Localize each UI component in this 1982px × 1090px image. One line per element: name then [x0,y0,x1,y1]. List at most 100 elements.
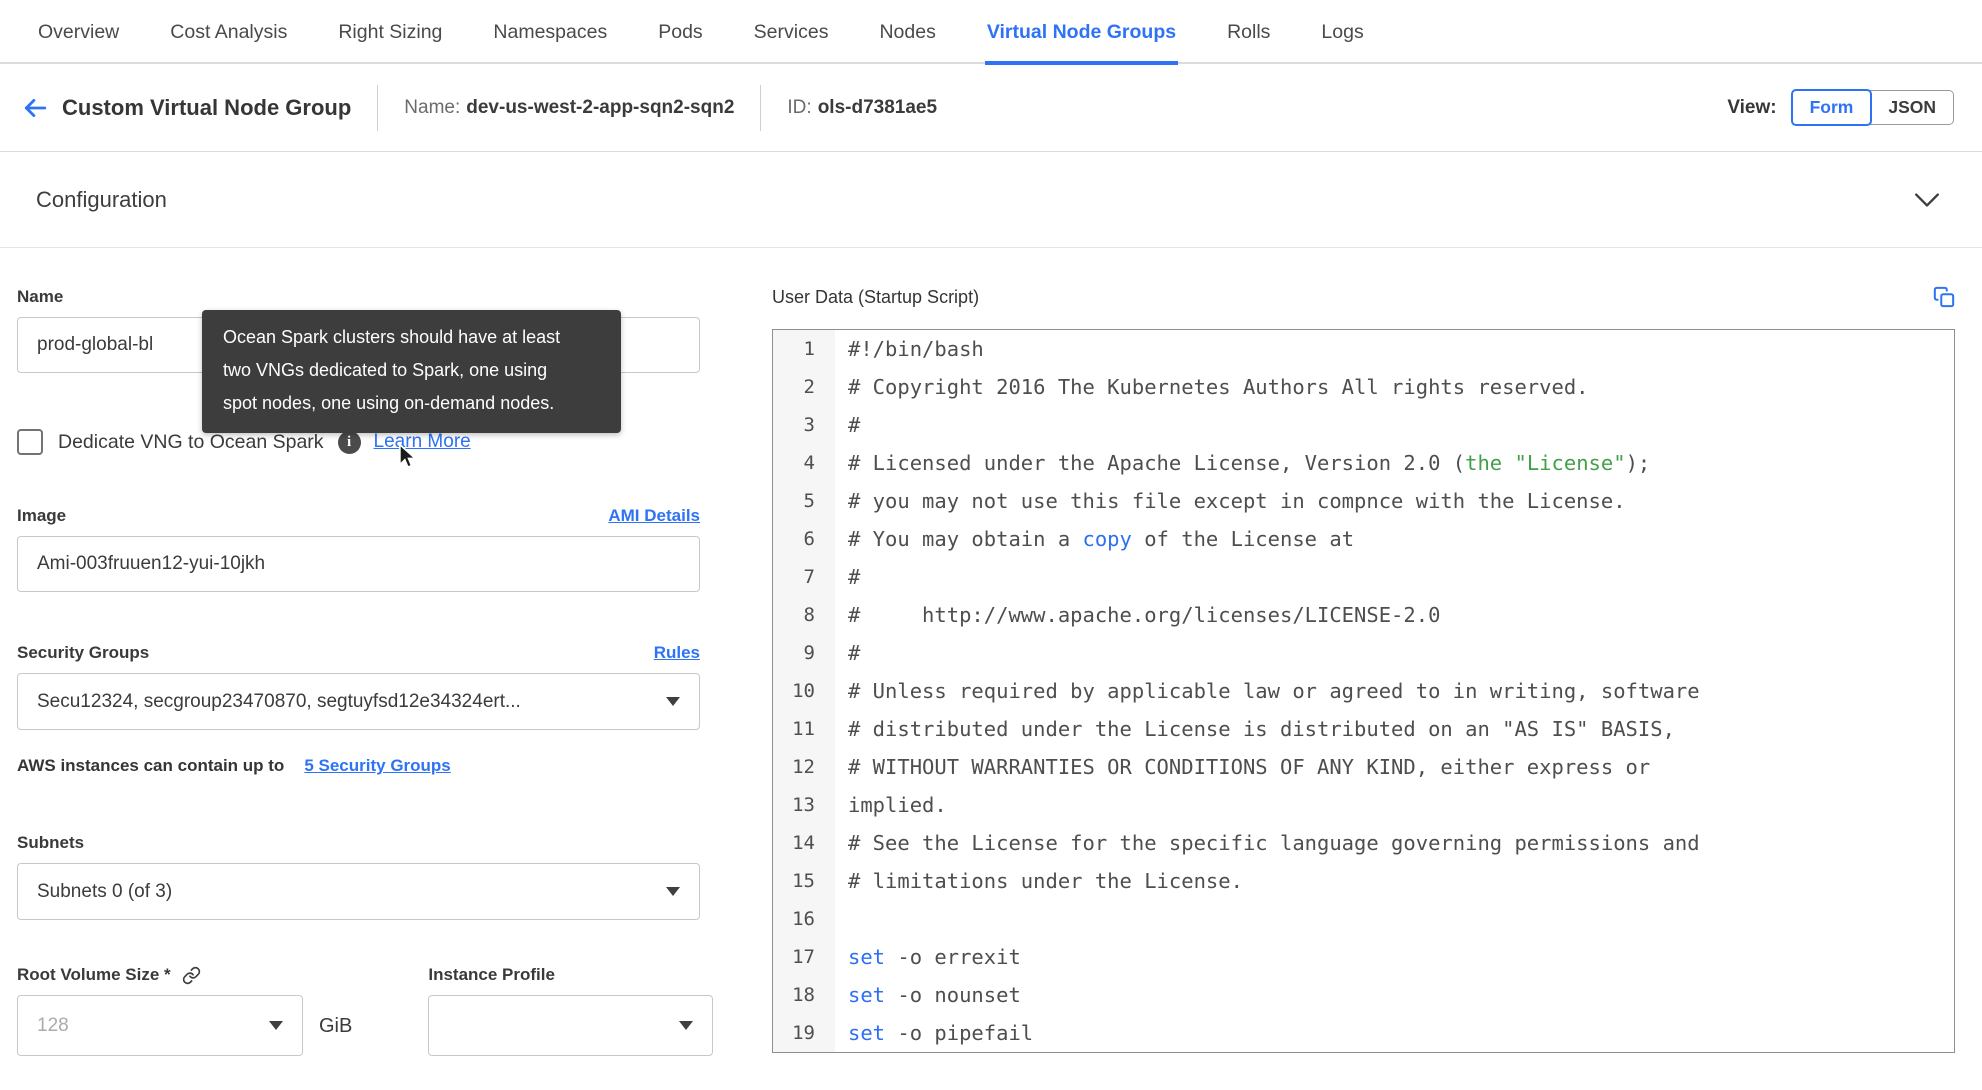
vng-id-value: ols-d7381ae5 [817,96,938,118]
line-number: 9 [773,634,835,672]
caret-down-icon [666,887,680,896]
security-groups-field-group: Security Groups Rules Secu12324, secgrou… [17,642,700,776]
five-security-groups-link[interactable]: 5 Security Groups [304,756,450,776]
view-form-button[interactable]: Form [1790,89,1873,126]
root-volume-select[interactable]: 128 [17,995,303,1056]
name-field-group: Name Ocean Spark clusters should have at… [17,286,700,433]
tab-nodes[interactable]: Nodes [877,21,937,65]
code-line: 7 # [773,558,1954,596]
page-title: Custom Virtual Node Group [62,94,352,120]
configuration-section-header[interactable]: Configuration [0,152,1982,248]
left-column: Name Ocean Spark clusters should have at… [17,286,714,1056]
tab-overview[interactable]: Overview [36,21,121,65]
caret-down-icon [679,1021,694,1030]
code-content: # http://www.apache.org/licenses/LICENSE… [848,603,1441,627]
line-number: 19 [773,1014,835,1052]
code-line: 5 # you may not use this file except in c… [773,482,1954,520]
rules-link[interactable]: Rules [654,643,700,663]
tab-right-sizing[interactable]: Right Sizing [336,21,444,65]
line-number: 2 [773,368,835,406]
code-line: 8 # http://www.apache.org/licenses/LICENS… [773,596,1954,634]
user-data-header: User Data (Startup Script) [772,286,1955,308]
arrow-left-icon [20,95,50,121]
view-toggle: Form JSON [1790,89,1954,126]
code-content: # [848,641,861,665]
line-number: 15 [773,862,835,900]
code-content: # Copyright 2016 The Kubernetes Authors … [848,375,1589,399]
caret-down-icon [269,1021,283,1030]
line-number: 8 [773,596,835,634]
security-groups-select[interactable]: Secu12324, secgroup23470870, segtuyfsd12… [17,673,700,730]
vng-name-value: dev-us-west-2-app-sqn2-sqn2 [466,96,735,118]
page-header: Custom Virtual Node Group Name: dev-us-we… [0,64,1982,152]
code-content: implied. [848,793,947,817]
code-content: # [848,565,861,589]
copy-icon[interactable] [1933,286,1955,308]
tab-logs[interactable]: Logs [1319,21,1365,65]
code-line: 15 # limitations under the License. [773,862,1954,900]
code-line: 11 # distributed under the License is dis… [773,710,1954,748]
code-content [835,900,848,938]
root-volume-placeholder: 128 [37,1014,69,1036]
code-content: set -o pipefail [848,1021,1034,1045]
info-icon[interactable]: i [337,430,361,454]
code-line: 9 # [773,634,1954,672]
tab-bar: Overview Cost Analysis Right Sizing Namespa… [0,0,1982,65]
code-content: # [848,413,861,437]
dedicate-vng-checkbox[interactable] [17,429,43,455]
code-content: set -o nounset [848,983,1021,1007]
subnets-select[interactable]: Subnets 0 (of 3) [17,863,700,920]
view-json-button[interactable]: JSON [1870,90,1954,125]
tab-cost-analysis[interactable]: Cost Analysis [168,21,289,65]
tab-namespaces[interactable]: Namespaces [491,21,609,65]
code-line: 14 # See the License for the specific lan… [773,824,1954,862]
mouse-cursor-icon [393,442,420,476]
code-line: 1 #!/bin/bash [773,330,1954,368]
line-number: 17 [773,938,835,976]
code-content: #!/bin/bash [848,337,984,361]
learn-more-link[interactable]: Learn More [374,431,471,453]
code-editor[interactable]: 1 #!/bin/bash 2 # Copyright 2016 The Kubern… [772,329,1955,1053]
line-number: 12 [773,748,835,786]
security-groups-caption: AWS instances can contain up to 5 Securi… [17,756,700,776]
line-number: 5 [773,482,835,520]
code-content: # WITHOUT WARRANTIES OR CONDITIONS OF AN… [848,755,1651,779]
line-number: 18 [773,976,835,1014]
code-content: set -o errexit [848,945,1021,969]
code-line: 2 # Copyright 2016 The Kubernetes Authors… [773,368,1954,406]
ami-details-link[interactable]: AMI Details [608,506,700,526]
line-number: 7 [773,558,835,596]
image-field-group: Image AMI Details [17,505,700,592]
code-line: 13 implied. [773,786,1954,824]
back-button[interactable] [20,93,54,123]
vng-id-meta: ID: ols-d7381ae5 [787,97,937,119]
gib-unit-label: GiB [319,1015,353,1037]
subnets-field-group: Subnets Subnets 0 (of 3) [17,832,700,920]
image-input[interactable] [17,536,700,592]
security-groups-label: Security Groups [17,643,150,662]
code-content: # limitations under the License. [848,869,1243,893]
instance-profile-field-group: Instance Profile [428,964,714,1056]
line-number: 11 [773,710,835,748]
code-line: 6 # You may obtain a copy of the License … [773,520,1954,558]
view-label: View: [1727,96,1777,118]
bottom-fields-row: Root Volume Size * 128 GiB Instance Prof… [17,964,714,1056]
divider [377,84,379,131]
tab-pods[interactable]: Pods [656,21,704,65]
tab-rolls[interactable]: Rolls [1225,21,1272,65]
code-line: 12 # WITHOUT WARRANTIES OR CONDITIONS OF … [773,748,1954,786]
chevron-down-icon[interactable] [1914,192,1940,208]
caret-down-icon [666,697,680,706]
vng-id-label: ID: [787,96,812,118]
line-number: 13 [773,786,835,824]
tab-virtual-node-groups[interactable]: Virtual Node Groups [984,21,1179,65]
tab-services[interactable]: Services [752,21,831,65]
instance-profile-select[interactable] [428,995,714,1056]
line-number: 4 [773,444,835,482]
line-number: 10 [773,672,835,710]
code-content: # You may obtain a copy of the License a… [848,527,1355,551]
section-title: Configuration [36,186,167,212]
code-content: # See the License for the specific langu… [848,831,1700,855]
form-body: Name Ocean Spark clusters should have at… [0,248,1982,1056]
security-groups-value: Secu12324, secgroup23470870, segtuyfsd12… [37,690,521,712]
